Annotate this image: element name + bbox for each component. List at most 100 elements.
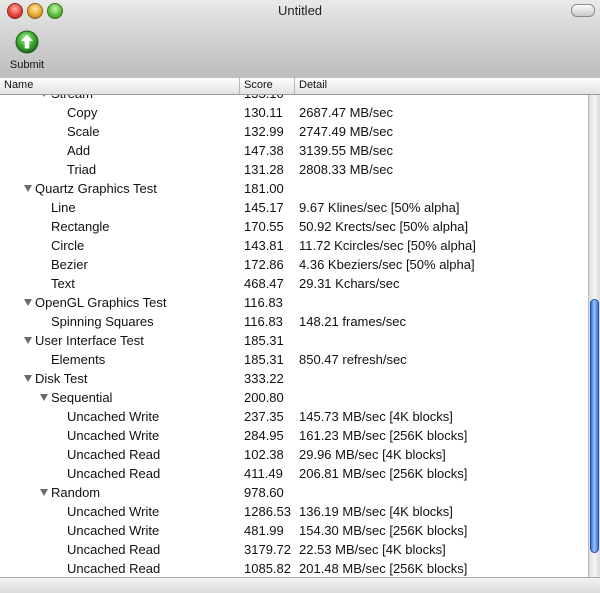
row-detail: 29.31 Kchars/sec: [299, 276, 400, 291]
outline-row[interactable]: Copy 130.11 2687.47 MB/sec: [0, 103, 588, 122]
row-score: 116.83: [244, 295, 283, 310]
column-score-header[interactable]: Score: [240, 78, 295, 94]
outline-row[interactable]: Random 978.60: [0, 483, 588, 502]
row-detail: 161.23 MB/sec [256K blocks]: [299, 428, 468, 443]
submit-label: Submit: [9, 59, 45, 71]
outline-row[interactable]: OpenGL Graphics Test 116.83: [0, 293, 588, 312]
outline-row[interactable]: Uncached Read 1085.82 201.48 MB/sec [256K …: [0, 559, 588, 577]
outline-row[interactable]: Text 468.47 29.31 Kchars/sec: [0, 274, 588, 293]
row-name: Uncached Read: [67, 542, 161, 557]
row-detail: 206.81 MB/sec [256K blocks]: [299, 466, 468, 481]
outline-row[interactable]: Uncached Read 102.38 29.96 MB/sec [4K bloc…: [0, 445, 588, 464]
row-score: 185.31: [244, 333, 284, 348]
outline-row[interactable]: Bezier 172.86 4.36 Kbeziers/sec [50% alpha…: [0, 255, 588, 274]
row-score: 978.60: [244, 485, 284, 500]
row-name: Disk Test: [35, 371, 88, 386]
row-score: 200.80: [244, 390, 284, 405]
row-detail: 50.92 Krects/sec [50% alpha]: [299, 219, 469, 234]
row-detail: 2808.33 MB/sec: [299, 162, 393, 177]
row-score: 3179.72: [244, 542, 291, 557]
row-name: Uncached Write: [67, 409, 160, 424]
row-score: 133.10: [244, 95, 284, 103]
app-window: Untitled Submit Name Score Detail Str: [0, 0, 600, 593]
row-name: Elements: [51, 352, 106, 367]
outline-row[interactable]: Triad 131.28 2808.33 MB/sec: [0, 160, 588, 179]
row-name: Triad: [67, 162, 97, 177]
row-score: 132.99: [244, 124, 284, 139]
disclosure-triangle-icon[interactable]: [24, 185, 32, 192]
outline-rows: Stream 133.10 Copy 130.11 2687.47 MB/sec Scal…: [0, 95, 588, 577]
row-detail: 2687.47 MB/sec: [299, 105, 393, 120]
submit-button[interactable]: Submit: [4, 28, 50, 74]
title-toolbar: Untitled Submit: [0, 0, 600, 79]
vertical-scrollbar[interactable]: [588, 95, 600, 577]
outline-row[interactable]: Stream 133.10: [0, 95, 588, 103]
row-score: 1085.82: [244, 561, 291, 576]
window-title: Untitled: [277, 3, 323, 18]
outline-row[interactable]: Line 145.17 9.67 Klines/sec [50% alpha]: [0, 198, 588, 217]
disclosure-triangle-icon[interactable]: [24, 299, 32, 306]
row-name: Uncached Read: [67, 561, 161, 576]
row-detail: 22.53 MB/sec [4K blocks]: [299, 542, 446, 557]
arrow-up-icon: [15, 30, 39, 54]
row-detail: 850.47 refresh/sec: [299, 352, 407, 367]
outline-row[interactable]: Uncached Write 237.35 145.73 MB/sec [4K bl…: [0, 407, 588, 426]
outline-row[interactable]: Elements 185.31 850.47 refresh/sec: [0, 350, 588, 369]
disclosure-triangle-icon[interactable]: [24, 375, 32, 382]
row-score: 172.86: [244, 257, 284, 272]
row-detail: 148.21 frames/sec: [299, 314, 406, 329]
column-detail-header[interactable]: Detail: [295, 78, 583, 94]
row-name: Uncached Write: [67, 428, 160, 443]
column-name-header[interactable]: Name: [0, 78, 240, 94]
row-score: 468.47: [244, 276, 284, 291]
row-name: Uncached Read: [67, 447, 161, 462]
results-outline[interactable]: Stream 133.10 Copy 130.11 2687.47 MB/sec Scal…: [0, 95, 588, 577]
disclosure-triangle-icon[interactable]: [24, 337, 32, 344]
outline-row[interactable]: Uncached Write 284.95 161.23 MB/sec [256K …: [0, 426, 588, 445]
outline-row[interactable]: Uncached Write 1286.53 136.19 MB/sec [4K b…: [0, 502, 588, 521]
outline-row[interactable]: Circle 143.81 11.72 Kcircles/sec [50% alph…: [0, 236, 588, 255]
outline-row[interactable]: Sequential 200.80: [0, 388, 588, 407]
outline-row[interactable]: Uncached Read 411.49 206.81 MB/sec [256K b…: [0, 464, 588, 483]
outline-row[interactable]: Rectangle 170.55 50.92 Krects/sec [50% alp…: [0, 217, 588, 236]
row-name: Uncached Write: [67, 504, 160, 519]
row-detail: 145.73 MB/sec [4K blocks]: [299, 409, 453, 424]
row-name: Stream: [51, 95, 93, 103]
row-name: Sequential: [51, 390, 113, 405]
disclosure-triangle-icon[interactable]: [40, 394, 48, 401]
row-name: Uncached Read: [67, 466, 161, 481]
outline-row[interactable]: Scale 132.99 2747.49 MB/sec: [0, 122, 588, 141]
outline-row[interactable]: Uncached Write 481.99 154.30 MB/sec [256K …: [0, 521, 588, 540]
outline-row[interactable]: User Interface Test 185.31: [0, 331, 588, 350]
row-score: 181.00: [244, 181, 284, 196]
outline-row[interactable]: Uncached Read 3179.72 22.53 MB/sec [4K blo…: [0, 540, 588, 559]
row-score: 130.11: [244, 105, 283, 120]
row-detail: 29.96 MB/sec [4K blocks]: [299, 447, 446, 462]
disclosure-triangle-icon[interactable]: [40, 489, 48, 496]
row-score: 411.49: [244, 466, 283, 481]
row-score: 147.38: [244, 143, 284, 158]
outline-row[interactable]: Disk Test 333.22: [0, 369, 588, 388]
outline-row[interactable]: Quartz Graphics Test 181.00: [0, 179, 588, 198]
row-detail: 11.72 Kcircles/sec [50% alpha]: [299, 238, 476, 253]
row-score: 1286.53: [244, 504, 291, 519]
row-name: Scale: [67, 124, 100, 139]
bottom-scroll-strip[interactable]: [0, 577, 600, 593]
row-name: User Interface Test: [35, 333, 144, 348]
toolbar-toggle-button[interactable]: [571, 4, 595, 17]
row-detail: 136.19 MB/sec [4K blocks]: [299, 504, 453, 519]
vertical-scroll-thumb[interactable]: [590, 299, 599, 553]
row-detail: 4.36 Kbeziers/sec [50% alpha]: [299, 257, 475, 272]
row-detail: 154.30 MB/sec [256K blocks]: [299, 523, 468, 538]
outline-row[interactable]: Spinning Squares 116.83 148.21 frames/sec: [0, 312, 588, 331]
disclosure-triangle-icon[interactable]: [40, 95, 48, 97]
row-score: 237.35: [244, 409, 284, 424]
outline-row[interactable]: Add 147.38 3139.55 MB/sec: [0, 141, 588, 160]
row-name: Circle: [51, 238, 85, 253]
column-header: Name Score Detail: [0, 78, 600, 95]
row-name: OpenGL Graphics Test: [35, 295, 167, 310]
row-score: 185.31: [244, 352, 284, 367]
row-name: Copy: [67, 105, 98, 120]
row-name: Random: [51, 485, 101, 500]
row-detail: 3139.55 MB/sec: [299, 143, 393, 158]
